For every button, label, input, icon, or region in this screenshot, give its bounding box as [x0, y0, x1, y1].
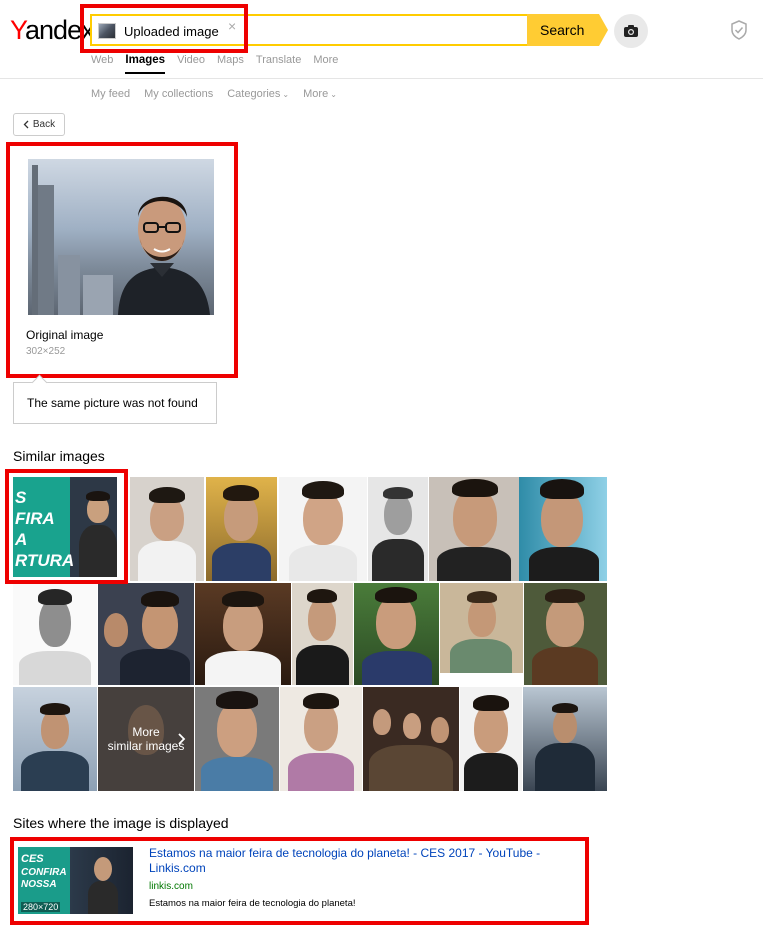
subnav-my-feed[interactable]: My feed [91, 88, 130, 100]
similar-image-tile[interactable] [429, 477, 519, 581]
similar-image-tile[interactable] [363, 687, 459, 791]
clear-image-icon[interactable]: × [228, 18, 236, 34]
similar-image-tile[interactable] [460, 687, 522, 791]
site-description: Estamos na maior feira de tecnologia do … [149, 898, 356, 909]
page: Yandex Uploaded image × Search Web Image… [0, 0, 763, 930]
original-image-title: Original image [26, 328, 104, 342]
original-image-card[interactable]: Original image 302×252 [13, 147, 231, 371]
back-button[interactable]: Back [13, 113, 65, 136]
logo-y: Y [10, 15, 26, 45]
sites-section-title: Sites where the image is displayed [13, 815, 229, 831]
thumb-text: CES [21, 853, 44, 865]
similar-image-tile[interactable] [523, 687, 607, 791]
thumb-text: CONFIRA [21, 867, 67, 878]
subnav-more[interactable]: More ⌄ [303, 88, 337, 100]
similar-image-tile[interactable] [13, 687, 97, 791]
yandex-logo[interactable]: Yandex [10, 14, 95, 46]
chevron-left-icon [23, 120, 29, 129]
similar-image-tile[interactable] [292, 583, 353, 685]
camera-search-icon[interactable] [614, 14, 648, 48]
similar-image-tile[interactable] [206, 477, 277, 581]
similar-image-tile[interactable] [98, 583, 194, 685]
original-image-size: 302×252 [26, 346, 66, 357]
tile-text: A [15, 530, 28, 549]
chevron-down-icon: ⌄ [282, 90, 290, 99]
similar-image-tile[interactable] [519, 477, 607, 581]
tab-more[interactable]: More [313, 54, 338, 66]
uploaded-thumb-icon [98, 23, 116, 39]
portrait-figure [118, 196, 210, 315]
tab-web[interactable]: Web [91, 54, 113, 66]
similar-image-tile[interactable] [13, 583, 97, 685]
tile-text: S [15, 488, 27, 507]
similar-images-title: Similar images [13, 448, 105, 464]
similar-image-tile[interactable] [130, 477, 204, 581]
not-found-message: The same picture was not found [13, 382, 217, 424]
similar-image-tile[interactable] [195, 687, 279, 791]
chevron-right-icon [178, 733, 186, 745]
tab-maps[interactable]: Maps [217, 54, 244, 66]
tile-text: FIRA [15, 509, 55, 528]
similar-images-grid: S FIRA A RTURA More similar images [13, 477, 607, 791]
tab-translate[interactable]: Translate [256, 54, 301, 66]
chevron-down-icon: ⌄ [330, 90, 337, 99]
more-similar-images-button[interactable]: More similar images [98, 687, 194, 791]
more-label: More [303, 88, 329, 100]
similar-image-tile[interactable]: S FIRA A RTURA [13, 477, 117, 577]
chip-label: Uploaded image [124, 23, 219, 39]
site-result-link[interactable]: Estamos na maior feira de tecnologia do … [149, 846, 579, 876]
tab-images[interactable]: Images [125, 54, 165, 74]
search-button[interactable]: Search [527, 14, 608, 46]
thumb-text: NOSSA [21, 879, 57, 890]
site-domain[interactable]: linkis.com [149, 881, 193, 892]
similar-image-tile[interactable] [279, 477, 367, 581]
logo-rest: andex [25, 15, 95, 45]
similar-image-tile[interactable] [524, 583, 607, 685]
tab-video[interactable]: Video [177, 54, 205, 66]
original-image[interactable] [28, 159, 214, 315]
images-subnav: My feed My collections Categories ⌄ More ⌄ [91, 88, 337, 100]
subnav-categories[interactable]: Categories ⌄ [227, 88, 289, 100]
similar-image-tile[interactable] [354, 583, 439, 685]
similar-image-tile[interactable] [440, 583, 523, 685]
thumb-size: 280×720 [21, 902, 61, 912]
uploaded-image-chip[interactable]: Uploaded image [98, 21, 219, 41]
subnav-my-collections[interactable]: My collections [144, 88, 213, 100]
similar-image-tile[interactable] [368, 477, 428, 581]
categories-label: Categories [227, 88, 281, 100]
site-result: CES CONFIRA NOSSA 280×720 Estamos na mai… [13, 840, 583, 920]
header-divider [0, 78, 763, 79]
search-input[interactable]: Uploaded image × [90, 14, 590, 46]
similar-image-tile[interactable] [195, 583, 291, 685]
more-similar-label: More similar images [107, 725, 185, 753]
not-found-text: The same picture was not found [27, 396, 198, 410]
similar-image-tile[interactable] [280, 687, 362, 791]
search-tabs: Web Images Video Maps Translate More [91, 54, 338, 74]
back-label: Back [32, 119, 56, 130]
tile-text: RTURA [15, 551, 75, 570]
site-thumbnail[interactable]: CES CONFIRA NOSSA 280×720 [18, 847, 133, 914]
shield-icon[interactable] [730, 20, 748, 45]
